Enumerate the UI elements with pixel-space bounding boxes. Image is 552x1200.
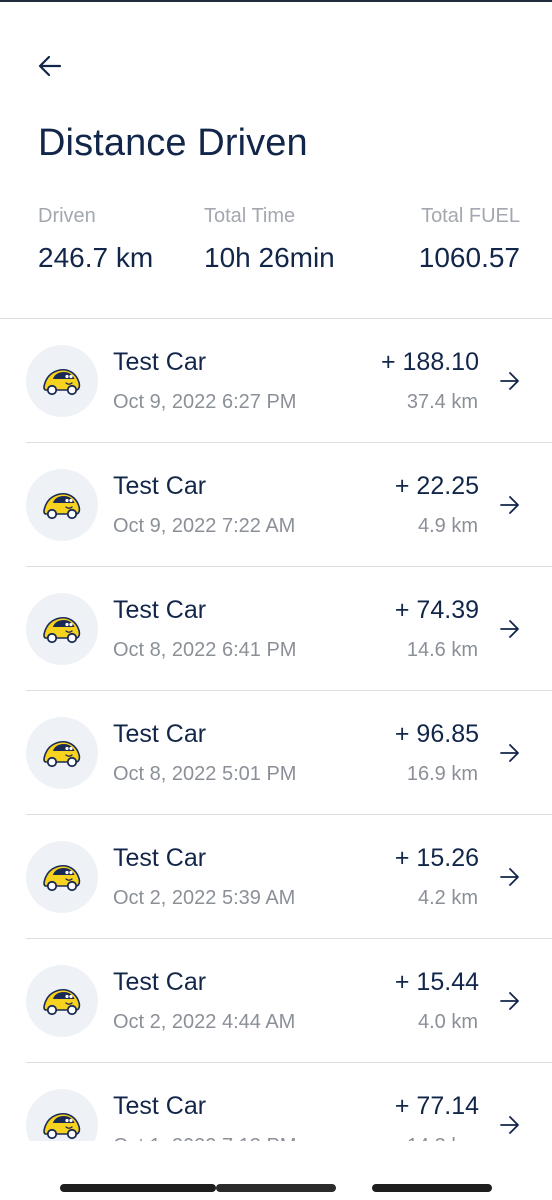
car-icon bbox=[43, 616, 81, 644]
status-bar-edge bbox=[0, 0, 552, 2]
car-icon bbox=[43, 368, 81, 396]
trip-fuel-amount: + 188.10 bbox=[380, 348, 479, 376]
car-icon bbox=[43, 740, 81, 768]
car-avatar bbox=[26, 717, 98, 789]
arrow-right-icon bbox=[500, 496, 519, 514]
trip-row[interactable]: Test Car Oct 9, 2022 7:22 AM + 22.25 4.9… bbox=[0, 443, 552, 567]
trip-row[interactable]: Test Car Oct 2, 2022 5:39 AM + 15.26 4.2… bbox=[0, 815, 552, 939]
car-avatar bbox=[26, 469, 98, 541]
trip-distance: 4.9 km bbox=[417, 515, 478, 537]
trip-fuel-amount: + 77.14 bbox=[394, 1092, 479, 1120]
arrow-right-icon bbox=[500, 744, 519, 762]
trip-distance: 14.3 km bbox=[407, 1133, 478, 1141]
arrow-right-icon bbox=[500, 992, 519, 1010]
car-avatar bbox=[26, 1089, 98, 1141]
page-title: Distance Driven bbox=[38, 122, 308, 164]
trip-distance: 4.2 km bbox=[417, 887, 478, 909]
trip-car-name: Test Car bbox=[113, 1092, 207, 1120]
back-button[interactable] bbox=[30, 48, 70, 84]
stat-total-time-label: Total Time bbox=[204, 205, 296, 227]
trip-date: Oct 8, 2022 6:41 PM bbox=[113, 639, 297, 661]
trip-date: Oct 2, 2022 4:44 AM bbox=[113, 1011, 296, 1033]
stat-total-time: Total Time 10h 26min bbox=[204, 203, 335, 273]
arrow-right-icon bbox=[500, 620, 519, 638]
nav-bar-back-pill[interactable] bbox=[60, 1184, 216, 1192]
trip-distance: 16.9 km bbox=[406, 763, 478, 785]
stat-driven-value: 246.7 km bbox=[38, 242, 154, 273]
trip-date: Oct 9, 2022 7:22 AM bbox=[113, 515, 296, 537]
arrow-right-icon bbox=[500, 1116, 519, 1134]
trip-car-name: Test Car bbox=[113, 844, 207, 872]
car-icon bbox=[43, 1112, 81, 1140]
trip-car-name: Test Car bbox=[113, 968, 207, 996]
trip-fuel-amount: + 22.25 bbox=[394, 472, 479, 500]
trip-car-name: Test Car bbox=[113, 596, 207, 624]
car-icon bbox=[43, 988, 81, 1016]
trip-car-name: Test Car bbox=[113, 472, 207, 500]
trip-row[interactable]: Test Car Oct 1, 2022 7:13 PM + 77.14 14.… bbox=[0, 1063, 552, 1141]
trip-car-name: Test Car bbox=[113, 720, 207, 748]
stat-total-fuel-label: Total FUEL bbox=[421, 205, 520, 227]
trip-date: Oct 8, 2022 5:01 PM bbox=[113, 763, 297, 785]
car-avatar bbox=[26, 593, 98, 665]
trip-row[interactable]: Test Car Oct 8, 2022 5:01 PM + 96.85 16.… bbox=[0, 691, 552, 815]
stat-driven: Driven 246.7 km bbox=[38, 203, 153, 273]
trip-fuel-amount: + 15.26 bbox=[394, 844, 479, 872]
stat-total-fuel: Total FUEL 1060.57 bbox=[419, 203, 520, 273]
trip-fuel-amount: + 96.85 bbox=[394, 720, 479, 748]
stat-driven-label: Driven bbox=[38, 205, 96, 227]
car-icon bbox=[43, 864, 81, 892]
trip-distance: 37.4 km bbox=[406, 391, 478, 413]
trip-fuel-amount: + 15.44 bbox=[394, 968, 479, 996]
trip-row[interactable]: Test Car Oct 9, 2022 6:27 PM + 188.10 37… bbox=[0, 319, 552, 443]
trip-car-name: Test Car bbox=[113, 348, 207, 376]
arrow-right-icon bbox=[500, 868, 519, 886]
trip-date: Oct 1, 2022 7:13 PM bbox=[113, 1133, 296, 1141]
trip-row[interactable]: Test Car Oct 2, 2022 4:44 AM + 15.44 4.0… bbox=[0, 939, 552, 1063]
car-avatar bbox=[26, 965, 98, 1037]
nav-bar-recents-pill[interactable] bbox=[372, 1184, 492, 1192]
stat-total-fuel-value: 1060.57 bbox=[418, 242, 520, 273]
trip-list[interactable]: Test Car Oct 9, 2022 6:27 PM + 188.10 37… bbox=[0, 318, 552, 1141]
arrow-right-icon bbox=[500, 372, 519, 390]
car-icon bbox=[43, 492, 81, 520]
trip-fuel-amount: + 74.39 bbox=[394, 596, 479, 624]
trip-date: Oct 9, 2022 6:27 PM bbox=[113, 391, 297, 413]
trip-date: Oct 2, 2022 5:39 AM bbox=[113, 887, 296, 909]
car-avatar bbox=[26, 841, 98, 913]
trip-row[interactable]: Test Car Oct 8, 2022 6:41 PM + 74.39 14.… bbox=[0, 567, 552, 691]
stat-total-time-value: 10h 26min bbox=[204, 242, 335, 273]
nav-bar-home-pill[interactable] bbox=[216, 1184, 336, 1192]
arrow-left-icon bbox=[38, 55, 62, 77]
car-avatar bbox=[26, 345, 98, 417]
trip-distance: 4.0 km bbox=[417, 1011, 478, 1033]
trip-distance: 14.6 km bbox=[406, 639, 478, 661]
